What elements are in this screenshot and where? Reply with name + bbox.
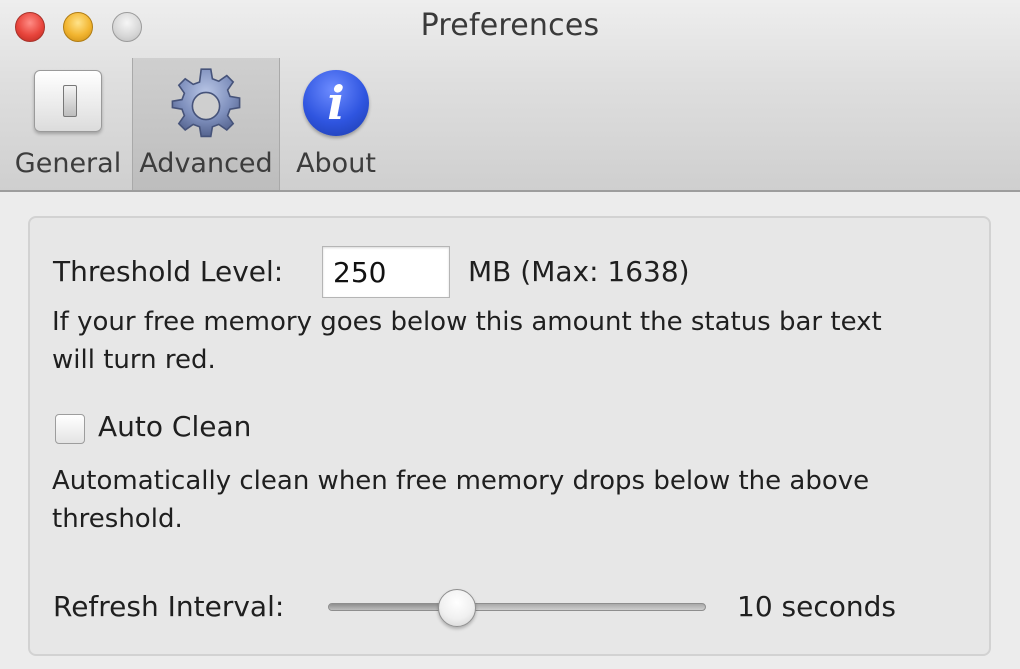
- threshold-help-line1: If your free memory goes below this amou…: [52, 307, 882, 337]
- refresh-interval-value: 10 seconds: [737, 590, 896, 623]
- refresh-interval-slider[interactable]: [328, 603, 706, 611]
- tab-general[interactable]: General: [8, 58, 128, 190]
- threshold-input[interactable]: [322, 246, 450, 298]
- info-icon: i: [303, 70, 369, 136]
- auto-clean-checkbox[interactable]: [55, 414, 85, 444]
- auto-clean-label[interactable]: Auto Clean: [98, 410, 251, 443]
- tab-advanced[interactable]: Advanced: [132, 58, 280, 190]
- refresh-interval-label: Refresh Interval:: [53, 590, 285, 623]
- title-bar: Preferences General Advanced i About: [0, 0, 1020, 192]
- tab-general-label: General: [14, 148, 122, 179]
- auto-clean-help-line1: Automatically clean when free memory dro…: [52, 466, 870, 496]
- window-title: Preferences: [420, 8, 600, 43]
- preferences-window: Preferences General Advanced i About Thr…: [0, 0, 1020, 669]
- gear-icon: [166, 66, 246, 150]
- tab-about[interactable]: i About: [286, 58, 386, 190]
- light-switch-icon: [34, 70, 102, 132]
- auto-clean-help-line2: threshold.: [52, 504, 183, 534]
- tab-advanced-label: Advanced: [139, 148, 273, 179]
- slider-thumb[interactable]: [437, 589, 476, 627]
- threshold-label: Threshold Level:: [53, 255, 284, 288]
- threshold-unit: MB (Max: 1638): [468, 255, 690, 288]
- threshold-help-line2: will turn red.: [52, 345, 216, 375]
- tab-about-label: About: [296, 148, 376, 179]
